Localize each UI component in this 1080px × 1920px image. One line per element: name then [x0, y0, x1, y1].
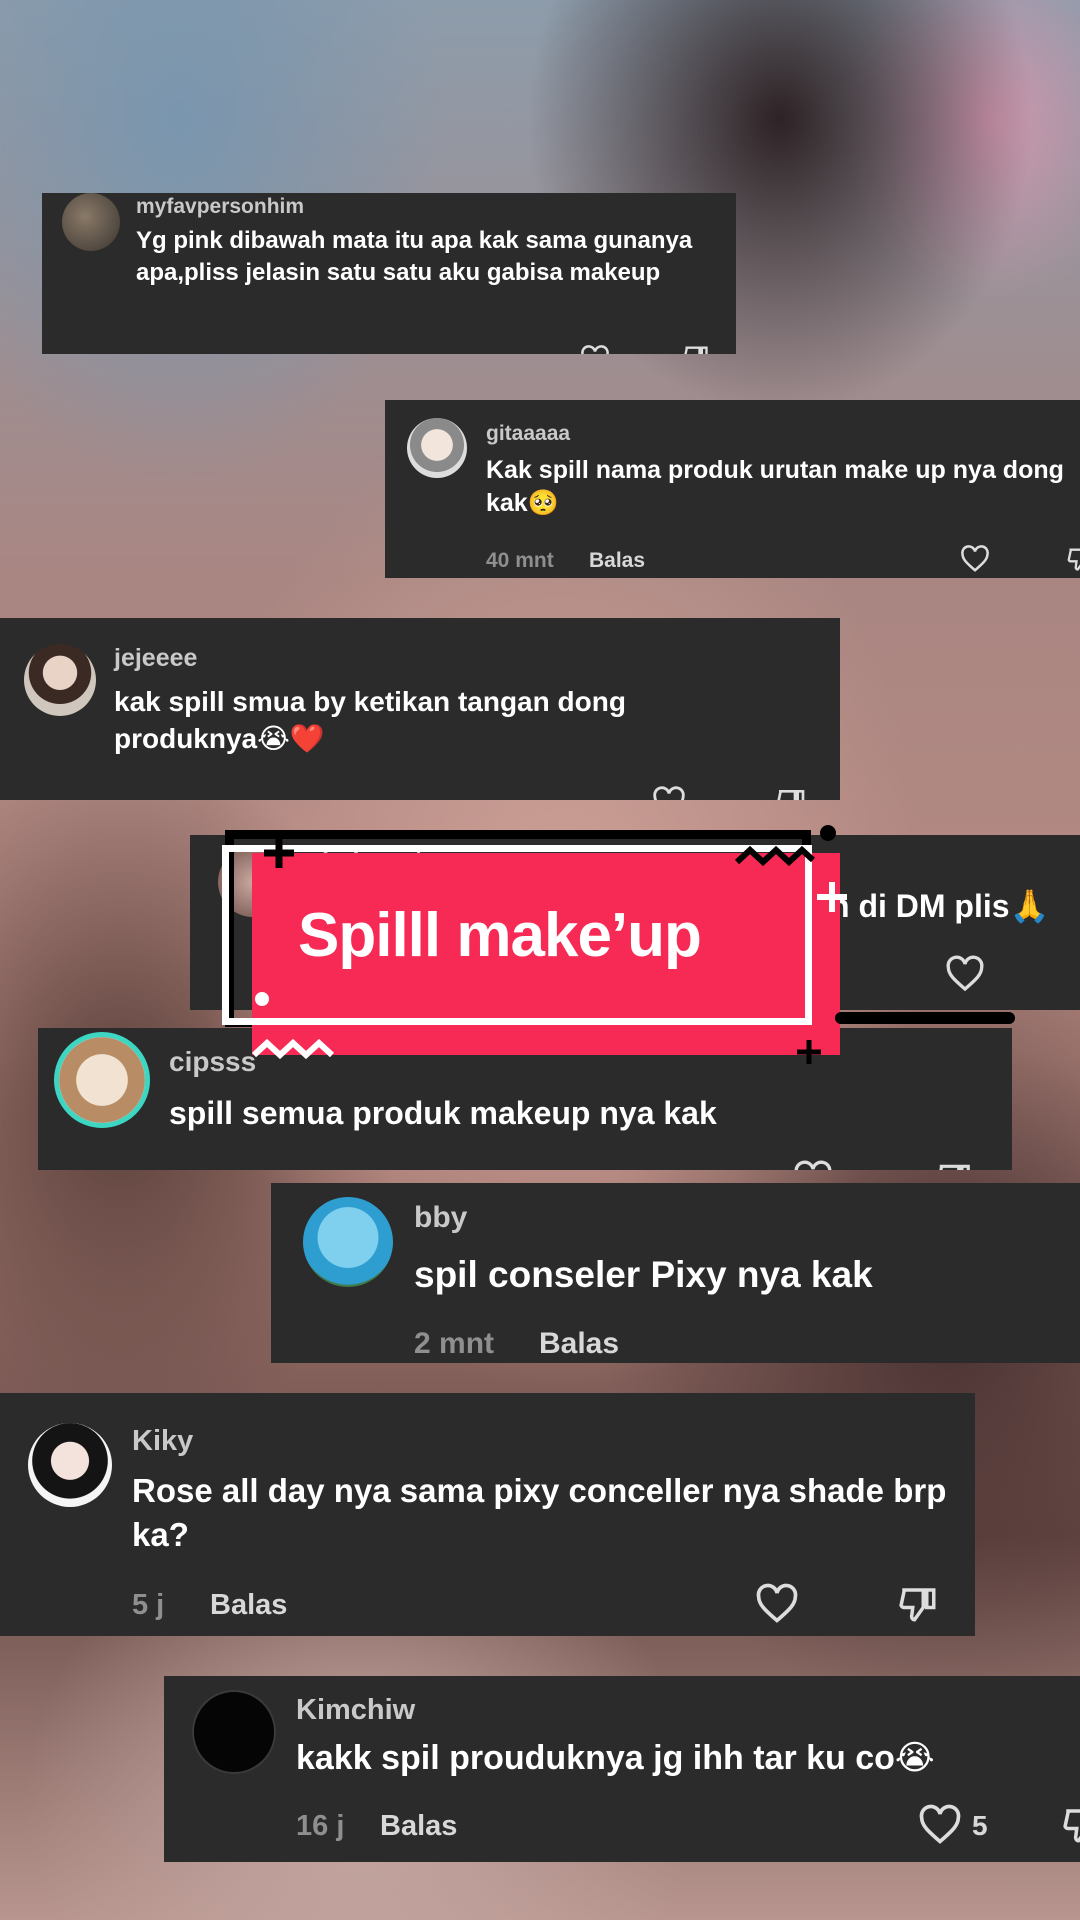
- comment-timestamp: 2 mnt: [414, 1327, 495, 1360]
- comment-username[interactable]: myfavpersonhim: [136, 195, 304, 219]
- dot-icon: [820, 825, 836, 841]
- avatar[interactable]: [24, 644, 96, 716]
- heart-icon[interactable]: [793, 1160, 833, 1170]
- dot-icon: [255, 992, 269, 1006]
- comment-text: spill semua produk makeup nya kak: [169, 1095, 717, 1131]
- reply-button[interactable]: Balas: [210, 1589, 287, 1622]
- comment-text: Rose all day nya sama pixy conceller nya…: [132, 1472, 947, 1553]
- comment-timestamp: 40 mnt: [486, 549, 554, 572]
- dislike-icon[interactable]: [1066, 545, 1080, 573]
- comment-username[interactable]: bby: [414, 1201, 467, 1235]
- avatar[interactable]: [62, 193, 120, 251]
- reply-button[interactable]: Balas: [539, 1327, 619, 1361]
- plus-icon: [815, 880, 849, 919]
- reply-button[interactable]: Balas: [380, 1810, 457, 1843]
- avatar[interactable]: [303, 1197, 393, 1287]
- dislike-icon[interactable]: [1061, 1804, 1080, 1846]
- dislike-icon[interactable]: [682, 343, 710, 354]
- comment-card-jejeeee: jejeeee kak spill smua by ketikan tangan…: [0, 618, 840, 800]
- comment-card-gitaaaaa: gitaaaaa Kak spill nama produk urutan ma…: [385, 400, 1080, 578]
- avatar[interactable]: [192, 1690, 276, 1774]
- sticker-bar: [835, 1012, 1015, 1024]
- heart-icon[interactable]: [580, 345, 610, 354]
- dislike-icon[interactable]: [897, 1583, 939, 1625]
- plus-icon: [262, 836, 296, 875]
- plus-icon: [795, 1038, 823, 1071]
- comment-text: kakk spil prouduknya jg ihh tar ku co😭: [296, 1739, 935, 1777]
- like-count: 5: [972, 1810, 988, 1841]
- comment-card-myfavpersonhim: myfavpersonhim Yg pink dibawah mata itu …: [42, 193, 736, 354]
- comment-card-kiky: Kiky Rose all day nya sama pixy concelle…: [0, 1393, 975, 1636]
- comment-text: spil conseler Pixy nya kak: [414, 1254, 873, 1295]
- comment-card-kimchiw: Kimchiw kakk spil prouduknya jg ihh tar …: [164, 1676, 1080, 1862]
- comment-username[interactable]: gitaaaaa: [486, 422, 570, 446]
- dislike-icon[interactable]: [775, 786, 807, 800]
- comment-card-bby: bby spil conseler Pixy nya kak 2 mnt Bal…: [271, 1183, 1080, 1363]
- heart-icon[interactable]: [755, 1583, 799, 1625]
- avatar[interactable]: [54, 1032, 150, 1128]
- avatar[interactable]: [407, 418, 467, 478]
- heart-icon[interactable]: [945, 955, 985, 993]
- comment-username[interactable]: jejeeee: [114, 644, 197, 673]
- comment-timestamp: 5 j: [132, 1589, 165, 1621]
- comment-text: n di DM plis🙏: [830, 888, 1050, 924]
- comment-text: Yg pink dibawah mata itu apa kak sama gu…: [136, 227, 693, 286]
- heart-icon[interactable]: [960, 545, 990, 573]
- sticker-label: Spilll make’up: [298, 901, 702, 970]
- dislike-icon[interactable]: [935, 1160, 973, 1170]
- reply-button[interactable]: Balas: [589, 549, 645, 573]
- heart-icon[interactable]: [918, 1804, 962, 1846]
- zigzag-icon: [251, 1035, 338, 1070]
- zigzag-icon: [734, 842, 816, 875]
- comment-text: kak spill smua by ketikan tangan dong pr…: [114, 686, 626, 754]
- avatar[interactable]: [28, 1423, 112, 1507]
- comment-username[interactable]: Kiky: [132, 1425, 193, 1458]
- heart-icon[interactable]: [652, 786, 686, 800]
- comment-username[interactable]: Kimchiw: [296, 1694, 415, 1727]
- comment-username[interactable]: cipsss: [169, 1046, 256, 1078]
- comment-timestamp: 16 j: [296, 1810, 345, 1842]
- comment-text: Kak spill nama produk urutan make up nya…: [486, 456, 1064, 517]
